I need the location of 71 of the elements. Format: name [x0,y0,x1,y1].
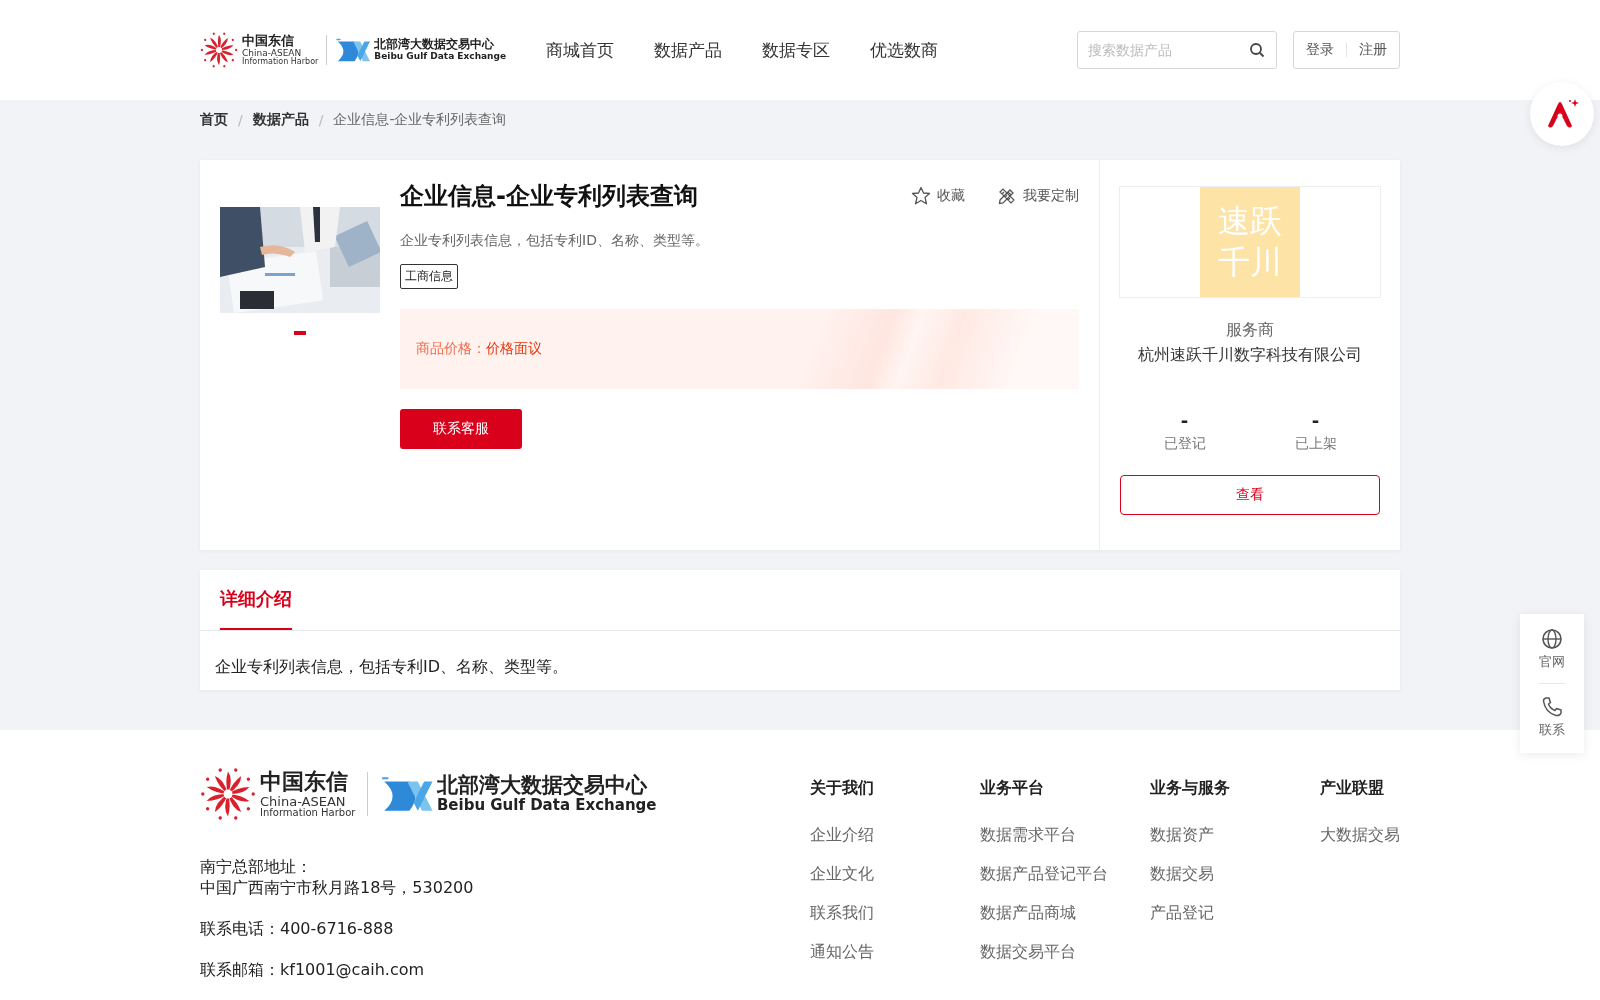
search-icon [1249,42,1265,58]
price-value: 价格面议 [486,340,542,356]
phone-icon [1541,696,1563,718]
view-button[interactable]: 查看 [1120,475,1380,515]
footer-column-title: 关于我们 [810,778,875,799]
footer-link[interactable]: 企业介绍 [810,825,980,846]
nav-link[interactable]: 商城首页 [546,38,615,62]
exchange-logo-icon [335,36,371,64]
globe-icon [1541,628,1563,650]
stat-value: - [1180,410,1189,431]
address-text: 中国广西南宁市秋月路18号，530200 [200,877,475,898]
address-label: 南宁总部地址： [200,856,313,877]
footer-column-title: 产业联盟 [1320,778,1385,799]
detail-tab[interactable]: 详细介绍 [220,570,292,630]
nav-link[interactable]: 优选数商 [870,38,939,62]
logo-text: China-ASEAN [260,794,346,808]
phone-text: 联系电话：400-6716-888 [200,918,395,939]
category-tag: 工商信息 [400,264,458,289]
nav-link[interactable]: 数据产品 [654,38,723,62]
logo-text: Beibu Gulf Data Exchange [436,797,657,814]
register-link[interactable]: 注册 [1359,41,1387,59]
logo-text: Information Harbor [242,58,319,66]
current-page-title: 企业信息-企业专利列表查询 [333,111,507,129]
footer-column-title: 业务平台 [980,778,1045,799]
footer-column-title: 业务与服务 [1150,778,1231,799]
contact-service-button[interactable]: 联系客服 [400,409,522,449]
logo-text: Beibu Gulf Data Exchange [374,51,507,62]
footer-link[interactable]: 数据交易平台 [980,942,1150,963]
stat-label: 已登记 [1163,435,1206,453]
footer-link[interactable]: 数据产品登记平台 [980,864,1150,885]
website-link[interactable]: 官网 [1539,628,1565,671]
logo-text: China-ASEAN [242,49,302,58]
product-title: 企业信息-企业专利列表查询 [400,181,699,212]
detail-text: 企业专利列表信息，包括专利ID、名称、类型等。 [214,656,570,678]
footer-link[interactable]: 联系我们 [810,903,980,924]
logo-text: 速跃 [1218,203,1282,239]
footer-link[interactable]: 数据需求平台 [980,825,1150,846]
footer-link[interactable]: 大数据交易 [1320,825,1400,846]
flower-logo-icon [200,31,238,69]
logo-text: 中国东信 [242,34,295,47]
pencil-ruler-icon [997,186,1017,206]
contact-link[interactable]: 联系 [1539,696,1565,739]
stat-label: 已上架 [1294,435,1337,453]
footer-link[interactable]: 数据交易 [1150,864,1320,885]
logo-text: 千川 [1218,245,1282,281]
logo-text: 中国东信 [260,770,349,793]
login-link[interactable]: 登录 [1306,41,1334,59]
flower-logo-icon [200,766,256,822]
footer-link[interactable]: 数据产品商城 [980,903,1150,924]
breadcrumb-separator: / [318,112,324,128]
breadcrumb-separator: / [238,112,243,128]
logo-text: 北部湾大数据交易中心 [436,774,648,798]
customize-button[interactable]: 我要定制 [997,186,1079,206]
provider-role: 服务商 [1226,320,1274,341]
star-icon [911,186,931,206]
breadcrumb-link[interactable]: 数据产品 [252,111,309,129]
logo-text: 北部湾大数据交易中心 [374,38,496,52]
logo-text: Information Harbor [260,807,356,818]
favorite-button[interactable]: 收藏 [911,186,965,206]
nav-link[interactable]: 数据专区 [762,38,831,62]
breadcrumb-link[interactable]: 首页 [200,111,228,129]
email-text: 联系邮箱：kf1001@caih.com [200,959,426,980]
price-label: 商品价格： [416,340,486,356]
search-field[interactable]: 搜索数据产品 [1077,31,1277,69]
stat-value: - [1311,410,1320,431]
footer-link[interactable]: 数据资产 [1150,825,1320,846]
product-description: 企业专利列表信息，包括专利ID、名称、类型等。 [400,232,710,250]
footer-link[interactable]: 通知公告 [810,942,980,963]
footer-link[interactable]: 企业文化 [810,864,980,885]
provider-name: 杭州速跃千川数字科技有限公司 [1138,345,1362,366]
footer-link[interactable]: 产品登记 [1150,903,1320,924]
